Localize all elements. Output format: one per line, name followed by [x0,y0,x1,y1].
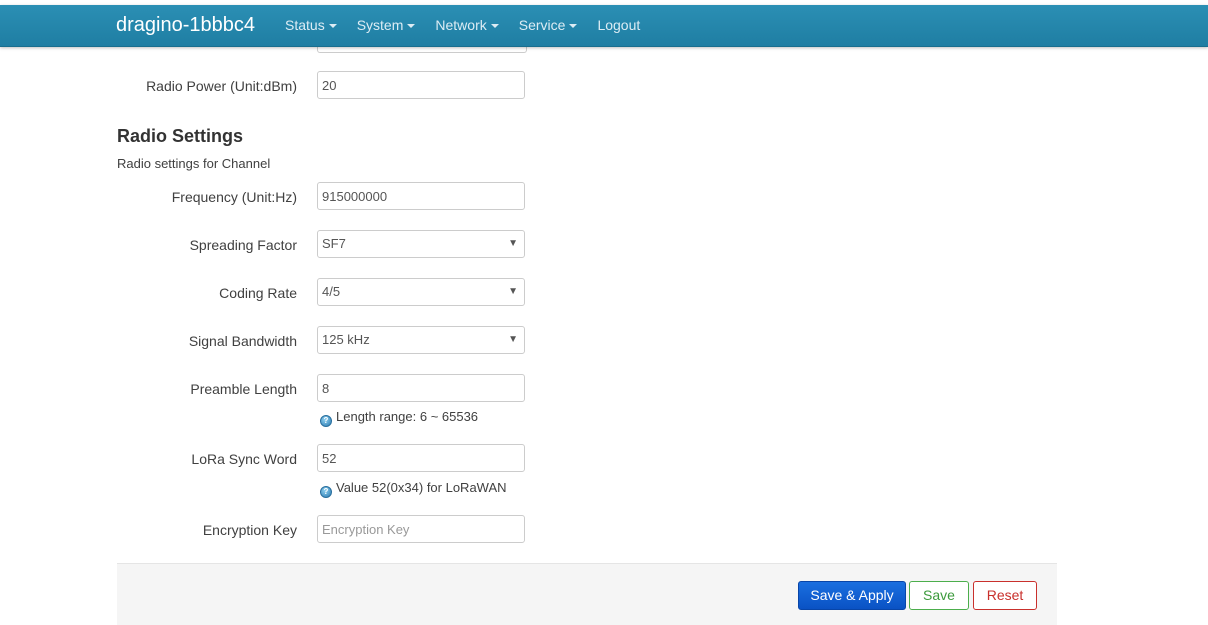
preamble-length-label: Preamble Length [190,381,297,397]
signal-bandwidth-select[interactable]: 125 kHz ▼ [317,326,525,354]
sync-word-hint-text: Value 52(0x34) for LoRaWAN [336,480,507,495]
encryption-key-input[interactable] [317,515,525,543]
preamble-length-hint-text: Length range: 6 ~ 65536 [336,409,479,424]
dropdown-arrow-icon: ▼ [508,334,518,345]
menu-system-label: System [356,17,404,33]
section-title: Radio Settings [117,126,244,146]
main-menu: Status System Network Service Logout [285,5,660,46]
menu-status[interactable]: Status [285,5,347,46]
menu-network[interactable]: Network [435,5,508,46]
sync-word-label: LoRa Sync Word [191,451,297,467]
top-navbar: dragino-1bbbc4 Status System Network Ser… [0,5,1208,47]
spreading-factor-label: Spreading Factor [189,237,297,253]
save-apply-button[interactable]: Save & Apply [798,581,906,610]
preamble-length-hint: ? Length range: 6 ~ 65536 [320,409,478,427]
frequency-input[interactable] [317,182,525,210]
coding-rate-label: Coding Rate [219,285,297,301]
caret-down-icon [569,24,578,29]
menu-network-label: Network [435,17,487,33]
preamble-length-input[interactable] [317,374,525,402]
menu-system[interactable]: System [357,5,426,46]
section-description: Radio settings for Channel [117,156,271,171]
coding-rate-value: 4/5 [322,284,341,299]
spreading-factor-value: SF7 [322,236,346,251]
signal-bandwidth-value: 125 kHz [322,332,370,347]
reset-button[interactable]: Reset [973,581,1037,610]
caret-down-icon [490,24,499,29]
caret-down-icon [407,24,416,29]
form-actions: Save & Apply Save Reset [117,563,1057,625]
sync-word-hint: ? Value 52(0x34) for LoRaWAN [320,480,507,498]
encryption-key-label: Encryption Key [202,522,297,538]
dropdown-arrow-icon: ▼ [508,286,518,297]
menu-status-label: Status [285,17,325,33]
help-icon: ? [320,415,332,427]
menu-logout-label: Logout [597,17,641,33]
menu-service-label: Service [518,17,566,33]
caret-down-icon [328,24,337,29]
radio-power-input[interactable] [317,71,525,99]
menu-service[interactable]: Service [519,5,588,46]
signal-bandwidth-label: Signal Bandwidth [188,333,297,349]
help-icon: ? [320,486,332,498]
dropdown-arrow-icon: ▼ [508,238,518,249]
save-button[interactable]: Save [909,581,969,610]
spreading-factor-select[interactable]: SF7 ▼ [317,230,525,258]
menu-logout[interactable]: Logout [597,5,650,46]
brand-link[interactable]: dragino-1bbbc4 [116,14,255,37]
coding-rate-select[interactable]: 4/5 ▼ [317,278,525,306]
radio-power-label: Radio Power (Unit:dBm) [146,78,297,94]
frequency-label: Frequency (Unit:Hz) [171,189,297,205]
sync-word-input[interactable] [317,444,525,472]
